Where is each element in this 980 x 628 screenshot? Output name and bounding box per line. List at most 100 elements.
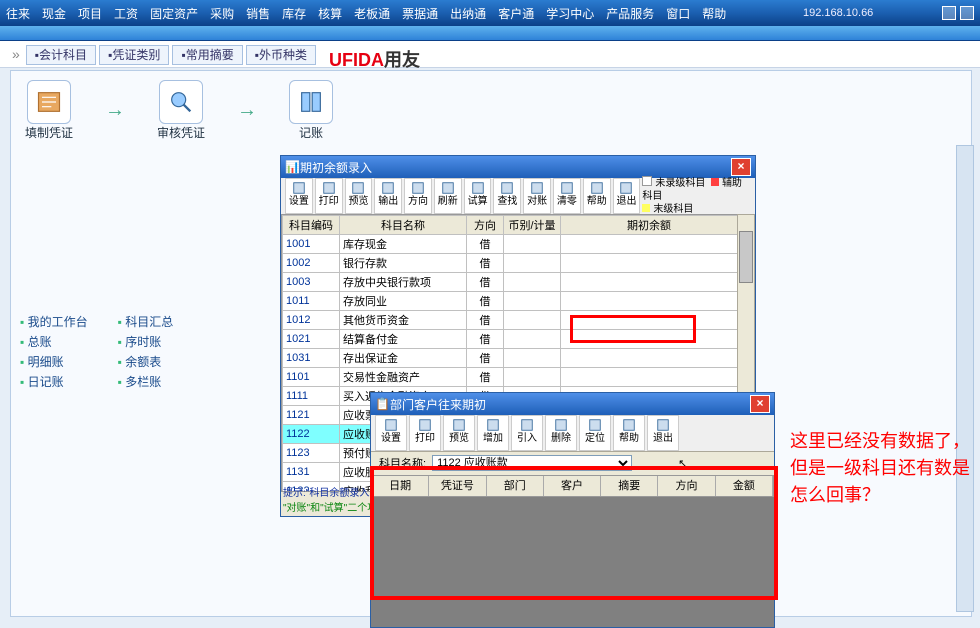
table-row[interactable]: 1031存出保证金借 (283, 349, 738, 368)
menu-item[interactable]: 帮助 (702, 7, 726, 21)
tool-退出[interactable]: 退出 (647, 415, 679, 451)
tool-对账[interactable]: 对账 (523, 178, 551, 214)
tool-输出[interactable]: 输出 (374, 178, 402, 214)
col-header[interactable]: 客户 (544, 476, 601, 496)
minimize-button[interactable] (942, 6, 956, 20)
col-header[interactable]: 科目名称 (340, 216, 467, 235)
tool-预览[interactable]: 预览 (345, 178, 373, 214)
menu-item[interactable]: 客户通 (498, 7, 534, 21)
menu-item[interactable]: 现金 (42, 7, 66, 21)
col-header[interactable]: 方向 (658, 476, 715, 496)
menu-item[interactable]: 产品服务 (606, 7, 654, 21)
tool-帮助[interactable]: 帮助 (613, 415, 645, 451)
step-fill-voucher[interactable]: 填制凭证 (25, 80, 73, 141)
tool-刷新[interactable]: 刷新 (434, 178, 462, 214)
col-header[interactable]: 凭证号 (429, 476, 486, 496)
tool-引入[interactable]: 引入 (511, 415, 543, 451)
tool-帮助[interactable]: 帮助 (583, 178, 611, 214)
col-header[interactable]: 科目编码 (283, 216, 340, 235)
quick-link[interactable]: 总账 (20, 333, 88, 350)
arrow-icon: → (237, 99, 257, 122)
col-header[interactable]: 日期 (372, 476, 429, 496)
window-toolbar: 设置打印预览输出方向刷新试算查找对账清零帮助退出 未录级科目 辅助科目 末级科目 (281, 178, 755, 215)
table-row[interactable]: 1101交易性金融资产借 (283, 368, 738, 387)
table-row[interactable]: 1012其他货币资金借 (283, 311, 738, 330)
table-row[interactable]: 1021结算备付金借 (283, 330, 738, 349)
brand-logo: UFIDA用友 (329, 46, 420, 72)
workflow-diagram: 填制凭证 → 审核凭证 → 记账 (25, 80, 333, 141)
menu-item[interactable]: 项目 (78, 7, 102, 21)
step-book[interactable]: 记账 (289, 80, 333, 141)
tool-打印[interactable]: 打印 (409, 415, 441, 451)
menu-item[interactable]: 库存 (282, 7, 306, 21)
window-icon: 📋 (375, 397, 390, 411)
table-row[interactable]: 1001库存现金借 (283, 235, 738, 254)
step-audit-voucher[interactable]: 审核凭证 (157, 80, 205, 141)
quick-link[interactable]: 明细账 (20, 353, 88, 370)
quick-link[interactable]: 序时账 (118, 333, 174, 350)
table-row[interactable]: 1002银行存款借 (283, 254, 738, 273)
detail-grid-header: 日期凭证号部门客户摘要方向金额 (371, 475, 774, 497)
tool-增加[interactable]: 增加 (477, 415, 509, 451)
col-header[interactable]: 方向 (467, 216, 504, 235)
window-title: 部门客户往来期初 (390, 396, 750, 413)
menu-item[interactable]: 核算 (318, 7, 342, 21)
tool-清零[interactable]: 清零 (553, 178, 581, 214)
quick-link[interactable]: 我的工作台 (20, 313, 88, 330)
table-row[interactable]: 1003存放中央银行款项借 (283, 273, 738, 292)
quick-link[interactable]: 科目汇总 (118, 313, 174, 330)
tool-打印[interactable]: 打印 (315, 178, 343, 214)
subject-label: 科目名称: (379, 455, 426, 471)
menu-item[interactable]: 往来 (6, 7, 30, 21)
col-header[interactable]: 金额 (716, 476, 773, 496)
maximize-button[interactable] (960, 6, 974, 20)
subject-selector-row: 科目名称: 1122 应收账款 ↖ (371, 451, 774, 475)
quick-link[interactable]: 多栏账 (118, 373, 174, 390)
close-icon[interactable]: × (750, 395, 770, 413)
subject-select[interactable]: 1122 应收账款 (432, 455, 632, 471)
window-title: 期初余额录入 (300, 159, 731, 176)
menu-item[interactable]: 固定资产 (150, 7, 198, 21)
col-header[interactable]: 币别/计量 (504, 216, 561, 235)
toolbar-tab[interactable]: ▪凭证类别 (99, 45, 169, 65)
toolbar-tab[interactable]: ▪常用摘要 (172, 45, 242, 65)
sub-toolbar: » ▪会计科目 ▪凭证类别 ▪常用摘要 ▪外币种类 (0, 41, 980, 68)
window-dept-customer: 📋 部门客户往来期初 × 设置打印预览增加引入删除定位帮助退出 科目名称: 11… (370, 392, 775, 628)
menu-item[interactable]: 出纳通 (450, 7, 486, 21)
menu-item[interactable]: 学习中心 (546, 7, 594, 21)
col-header[interactable]: 部门 (487, 476, 544, 496)
col-header[interactable]: 期初余额 (561, 216, 738, 235)
col-header[interactable]: 摘要 (601, 476, 658, 496)
quick-link[interactable]: 余额表 (118, 353, 174, 370)
window-toolbar: 设置打印预览增加引入删除定位帮助退出 (371, 415, 774, 452)
tool-查找[interactable]: 查找 (493, 178, 521, 214)
titlebar[interactable]: 📊 期初余额录入 × (281, 156, 755, 178)
tool-设置[interactable]: 设置 (375, 415, 407, 451)
tool-预览[interactable]: 预览 (443, 415, 475, 451)
quick-links: 我的工作台总账明细账日记账 科目汇总序时账余额表多栏账 (20, 310, 173, 393)
menu-item[interactable]: 销售 (246, 7, 270, 21)
menu-item[interactable]: 工资 (114, 7, 138, 21)
table-row[interactable]: 1011存放同业借 (283, 292, 738, 311)
menu-item[interactable]: 老板通 (354, 7, 390, 21)
menu-item[interactable]: 窗口 (666, 7, 690, 21)
titlebar[interactable]: 📋 部门客户往来期初 × (371, 393, 774, 415)
menu-item[interactable]: 采购 (210, 7, 234, 21)
main-menu-bar: 往来现金项目工资固定资产采购销售库存核算老板通票据通出纳通客户通学习中心产品服务… (0, 0, 980, 26)
tool-方向[interactable]: 方向 (404, 178, 432, 214)
window-icon: 📊 (285, 160, 300, 174)
toolbar-tab[interactable]: ▪会计科目 (26, 45, 96, 65)
close-icon[interactable]: × (731, 158, 751, 176)
tool-试算[interactable]: 试算 (464, 178, 492, 214)
tool-退出[interactable]: 退出 (613, 178, 641, 214)
annotation-text: 这里已经没有数据了，但是一级科目还有数是怎么回事？ (790, 428, 970, 509)
tool-删除[interactable]: 删除 (545, 415, 577, 451)
tool-设置[interactable]: 设置 (285, 178, 313, 214)
scrollbar-vertical[interactable] (956, 145, 974, 612)
detail-grid-body[interactable] (371, 497, 774, 627)
tool-定位[interactable]: 定位 (579, 415, 611, 451)
ribbon-strip (0, 26, 980, 41)
quick-link[interactable]: 日记账 (20, 373, 88, 390)
menu-item[interactable]: 票据通 (402, 7, 438, 21)
toolbar-tab[interactable]: ▪外币种类 (246, 45, 316, 65)
